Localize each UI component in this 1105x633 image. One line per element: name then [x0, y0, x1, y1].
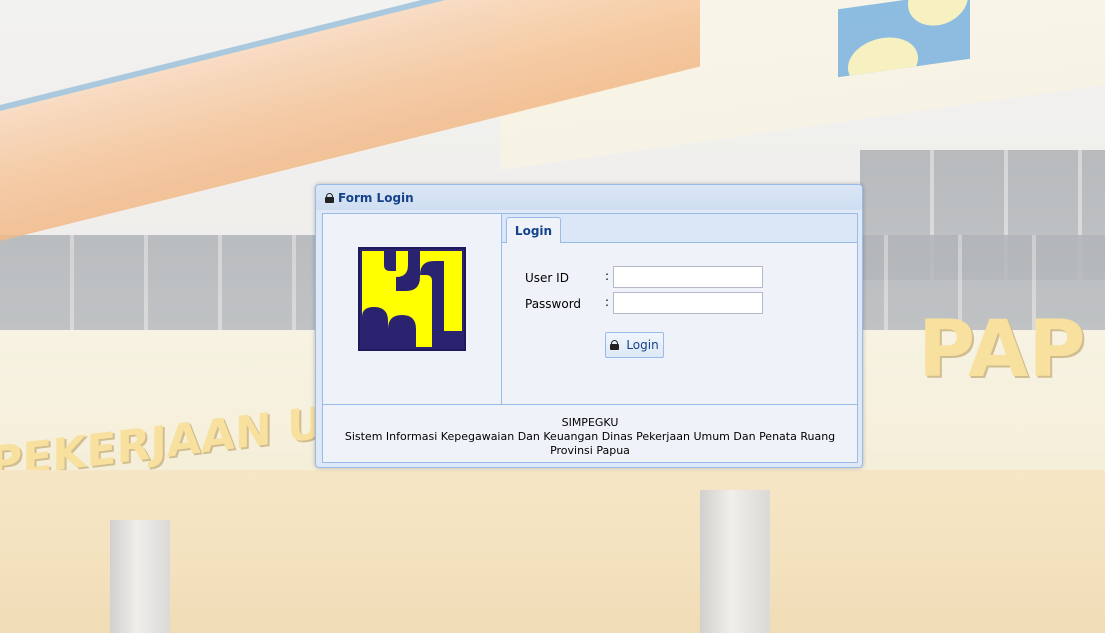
user-id-label: User ID — [525, 271, 569, 285]
dialog-header: Form Login — [316, 185, 862, 210]
footer-app-name: SIMPEGKU — [561, 416, 619, 429]
user-id-colon: : — [605, 269, 610, 283]
password-label: Password — [525, 297, 582, 311]
password-input[interactable] — [613, 292, 763, 314]
dialog-body: Login User ID : Password : Login SIMPEGK… — [322, 213, 858, 463]
login-dialog: Form Login Login User ID: Password: Lo… — [315, 184, 863, 468]
login-button-label: Login — [626, 338, 659, 352]
login-button[interactable]: Login — [605, 332, 664, 358]
password-colon: : — [605, 295, 610, 309]
tab-login[interactable]: Login — [506, 217, 561, 243]
dialog-title: Form Login — [338, 190, 414, 205]
footer-description: Sistem Informasi Kepegawaian Dan Keuanga… — [344, 430, 836, 457]
pu-logo — [358, 247, 466, 351]
footer: SIMPEGKU Sistem Informasi Kepegawaian Da… — [323, 404, 857, 462]
user-id-input[interactable] — [613, 266, 763, 288]
lock-icon — [325, 192, 334, 203]
login-pane: Login User ID : Password : Login — [502, 214, 857, 404]
logo-pane — [323, 214, 502, 404]
tab-strip: Login — [502, 214, 857, 243]
pu-logo-graphic — [362, 251, 462, 347]
lock-icon — [610, 340, 620, 350]
